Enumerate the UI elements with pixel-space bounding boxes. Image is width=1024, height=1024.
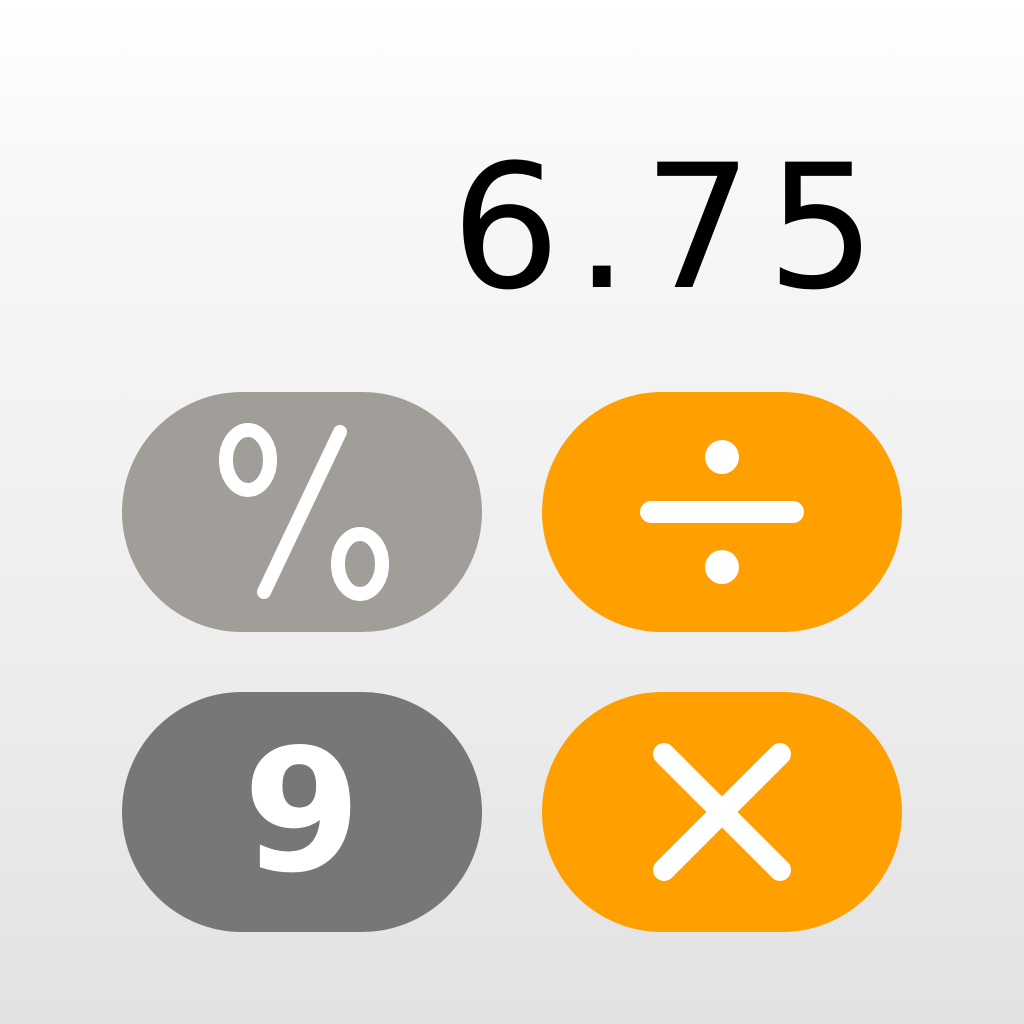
percent-button[interactable] <box>122 392 482 632</box>
digit-9-button[interactable]: 9 <box>122 692 482 932</box>
result-display: 6.75 <box>451 127 890 328</box>
divide-button[interactable] <box>542 392 902 632</box>
multiply-button[interactable] <box>542 692 902 932</box>
multiply-icon <box>653 743 791 881</box>
divide-icon <box>640 440 804 584</box>
digit-9-label: 9 <box>242 713 362 911</box>
percent-icon <box>219 423 389 601</box>
